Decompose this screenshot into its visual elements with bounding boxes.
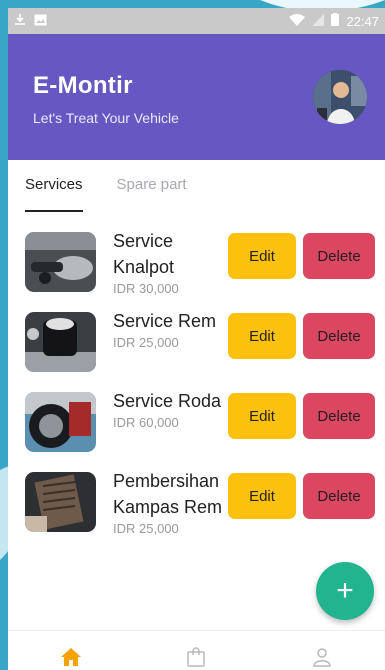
service-price: IDR 60,000	[113, 415, 179, 430]
service-item-kampas-rem: Pembersihan Kampas Rem IDR 25,000 Edit D…	[8, 468, 385, 568]
delete-button[interactable]: Delete	[303, 473, 375, 519]
service-info: Pembersihan Kampas Rem IDR 25,000	[113, 468, 223, 536]
signal-icon	[312, 13, 325, 29]
tab-spare-part[interactable]: Spare part	[117, 176, 187, 212]
service-name: Service Knalpot	[113, 231, 175, 277]
service-name: Pembersihan Kampas Rem	[113, 471, 223, 517]
delete-button[interactable]: Delete	[303, 393, 375, 439]
download-icon	[14, 13, 26, 29]
edit-button[interactable]: Edit	[228, 473, 296, 519]
service-price: IDR 30,000	[113, 281, 179, 296]
add-service-button[interactable]: +	[316, 562, 374, 620]
service-image-knalpot	[25, 232, 96, 292]
delete-button[interactable]: Delete	[303, 313, 375, 359]
service-price: IDR 25,000	[113, 521, 179, 536]
avatar[interactable]	[313, 70, 367, 124]
edit-button[interactable]: Edit	[228, 233, 296, 279]
tab-bar: Services Spare part	[8, 160, 385, 212]
shopping-bag-icon[interactable]	[184, 645, 208, 669]
service-item-rem: Service Rem IDR 25,000 Edit Delete	[8, 308, 385, 388]
app-screen: E-Montir Let's Treat Your Vehicle Servic…	[8, 34, 385, 670]
edit-button[interactable]: Edit	[228, 393, 296, 439]
user-icon[interactable]	[310, 645, 334, 669]
battery-icon	[331, 13, 340, 29]
bottom-navigation	[8, 630, 385, 670]
edit-button[interactable]: Edit	[228, 313, 296, 359]
service-item-roda: Service Roda IDR 60,000 Edit Delete	[8, 388, 385, 468]
service-info: Service Knalpot IDR 30,000	[113, 228, 223, 296]
service-info: Service Rem IDR 25,000	[113, 308, 223, 350]
tab-services[interactable]: Services	[25, 176, 83, 212]
delete-button[interactable]: Delete	[303, 233, 375, 279]
service-image-roda	[25, 392, 96, 452]
service-info: Service Roda IDR 60,000	[113, 388, 223, 430]
service-image-kampas-rem	[25, 472, 96, 532]
status-time: 22:47	[346, 13, 379, 29]
image-icon	[34, 14, 47, 29]
service-list: Service Knalpot IDR 30,000 Edit Delete S…	[8, 212, 385, 568]
wifi-icon	[289, 13, 306, 29]
service-item-knalpot: Service Knalpot IDR 30,000 Edit Delete	[8, 228, 385, 308]
service-image-rem	[25, 312, 96, 372]
service-price: IDR 25,000	[113, 335, 179, 350]
service-name: Service Roda	[113, 391, 222, 411]
service-name: Service Rem	[113, 311, 217, 331]
home-icon[interactable]	[59, 645, 83, 669]
status-bar: 22:47	[8, 8, 385, 34]
app-header: E-Montir Let's Treat Your Vehicle	[8, 34, 385, 160]
